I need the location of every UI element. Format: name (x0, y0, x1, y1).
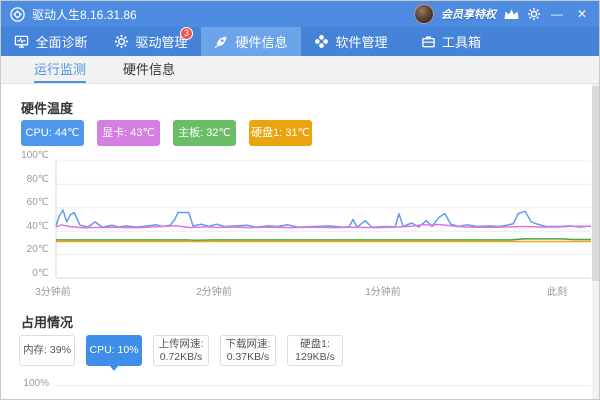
driver-update-count-badge: 3 (180, 27, 193, 40)
badge-value: 129KB/s (295, 351, 335, 364)
close-button[interactable]: ✕ (573, 1, 591, 27)
cpu-usage-badge[interactable]: CPU: 10% (86, 335, 142, 366)
usage-section-title: 占用情况 (21, 312, 73, 331)
tab-label: 软件管理 (335, 32, 387, 51)
window-title: 驱动人生8.16.31.86 (32, 6, 414, 23)
rocket-icon (214, 34, 229, 49)
member-privilege-link[interactable]: 会员享特权 (441, 6, 496, 22)
usage-chart-gridline (56, 385, 591, 386)
apps-icon (314, 34, 329, 49)
upload-speed-badge[interactable]: 上传网速: 0.72KB/s (153, 335, 209, 366)
gear-icon (114, 34, 129, 49)
download-speed-badge[interactable]: 下载网速: 0.37KB/s (220, 335, 276, 366)
disk-speed-badge[interactable]: 硬盘1: 129KB/s (287, 335, 343, 366)
temperature-chart (1, 156, 593, 281)
user-avatar[interactable] (414, 4, 434, 24)
minimize-button[interactable]: — (548, 1, 566, 27)
monitor-icon (14, 34, 29, 49)
subtab-hardware-info[interactable]: 硬件信息 (123, 56, 175, 83)
badge-value: 0.37KB/s (227, 351, 270, 364)
x-tick-3min: 3分钟前 (35, 283, 71, 298)
badge-label: 内存: 39% (23, 344, 71, 357)
main-nav: 全面诊断 驱动管理 3 硬件信息 (1, 27, 599, 56)
crown-icon[interactable] (503, 8, 520, 21)
tab-driver-management[interactable]: 驱动管理 3 (101, 27, 201, 56)
memory-usage-badge[interactable]: 内存: 39% (19, 335, 75, 366)
disk-temp-badge[interactable]: 硬盘1: 31℃ (249, 120, 312, 146)
x-tick-2min: 2分钟前 (196, 283, 232, 298)
cpu-temp-badge[interactable]: CPU: 44℃ (21, 120, 84, 146)
temperature-section-title: 硬件温度 (21, 98, 73, 117)
badge-label: CPU: 10% (89, 344, 138, 357)
usage-badges: 内存: 39% CPU: 10% 上传网速: 0.72KB/s 下载网速: 0.… (19, 335, 343, 366)
title-bar: 驱动人生8.16.31.86 会员享特权 — ✕ (1, 1, 599, 27)
badge-value: 0.72KB/s (160, 351, 203, 364)
tab-toolbox[interactable]: 工具箱 (401, 27, 501, 56)
badge-label: 下载网速: (226, 338, 271, 351)
scrollbar-thumb[interactable] (592, 86, 599, 281)
gpu-temp-badge[interactable]: 显卡: 43℃ (97, 120, 160, 146)
x-tick-now: 此刻 (547, 283, 567, 298)
badge-label: 硬盘1: (300, 338, 330, 351)
tab-software-management[interactable]: 软件管理 (301, 27, 401, 56)
scrollbar-track[interactable] (592, 84, 599, 400)
tab-hardware-info[interactable]: 硬件信息 (201, 27, 301, 56)
tab-label: 全面诊断 (35, 32, 87, 51)
mainboard-temp-badge[interactable]: 主板: 32℃ (173, 120, 236, 146)
subtab-running-monitor[interactable]: 运行监测 (34, 56, 86, 83)
tab-label: 硬件信息 (235, 32, 287, 51)
usage-y-tick-100: 100% (1, 378, 49, 389)
content-area: 硬件温度 CPU: 44℃ 显卡: 43℃ 主板: 32℃ 硬盘1: 31℃ 1… (1, 84, 599, 400)
tab-full-diagnosis[interactable]: 全面诊断 (1, 27, 101, 56)
settings-gear-icon[interactable] (527, 7, 541, 21)
sub-nav: 运行监测 硬件信息 (1, 56, 599, 84)
tab-label: 工具箱 (442, 32, 481, 51)
toolbox-icon (421, 34, 436, 49)
badge-label: 上传网速: (159, 338, 204, 351)
app-window: 驱动人生8.16.31.86 会员享特权 — ✕ (0, 0, 600, 400)
x-tick-1min: 1分钟前 (365, 283, 401, 298)
active-badge-pointer (110, 366, 118, 371)
temperature-badges: CPU: 44℃ 显卡: 43℃ 主板: 32℃ 硬盘1: 31℃ (21, 120, 312, 146)
app-logo-icon (9, 6, 26, 23)
